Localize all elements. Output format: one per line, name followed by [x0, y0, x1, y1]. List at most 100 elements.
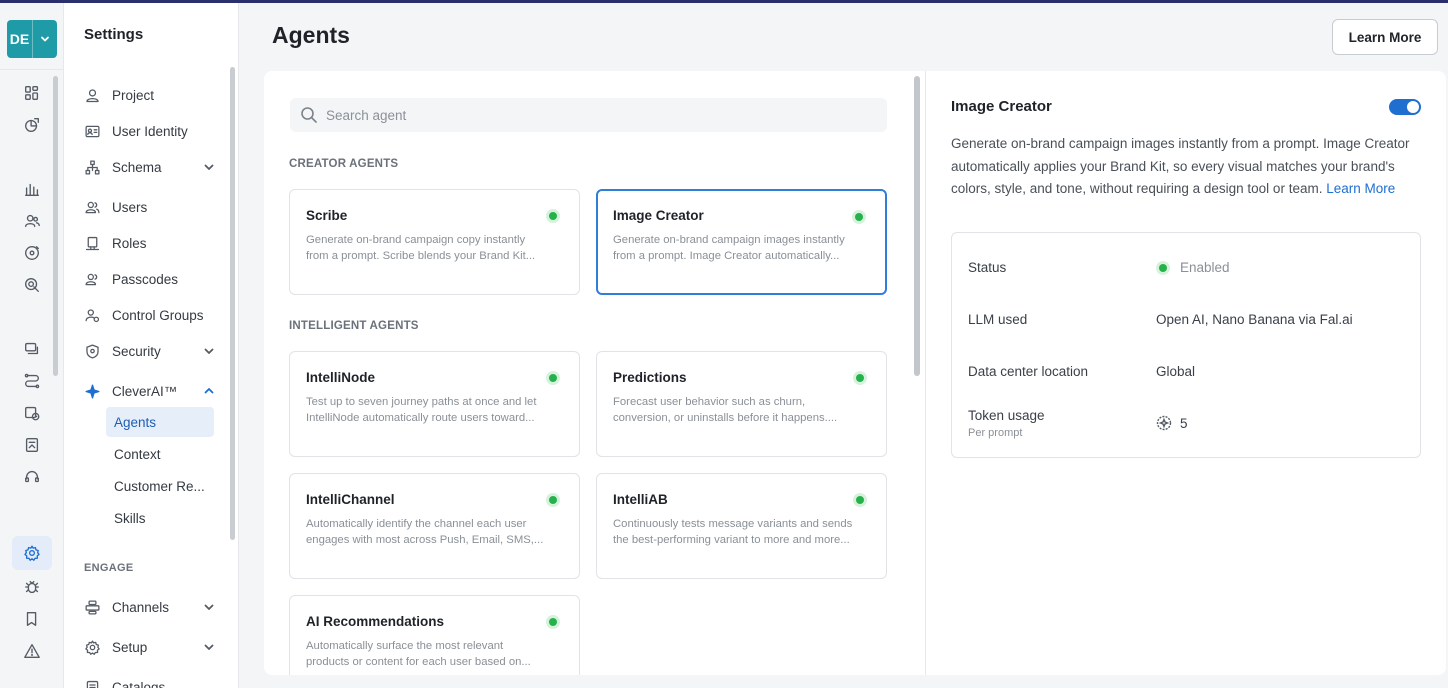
nav-item-label: Project — [112, 87, 155, 103]
agent-card-intelliab[interactable]: IntelliAB Continuously tests message var… — [596, 473, 887, 579]
nav-item-setup[interactable]: Setup — [82, 634, 216, 660]
nav-item-channels[interactable]: Channels — [82, 594, 216, 620]
agent-card-predictions[interactable]: Predictions Forecast user behavior such … — [596, 351, 887, 457]
sparkle-icon — [82, 381, 102, 401]
nav-scrollbar[interactable] — [230, 67, 235, 540]
nav-item-cleverai[interactable]: CleverAI™ — [82, 378, 216, 404]
nav-item-label: Roles — [112, 235, 147, 251]
nav-item-passcodes[interactable]: Passcodes — [82, 266, 216, 292]
messages-icon[interactable] — [22, 339, 42, 359]
detail-description: Generate on-brand campaign images instan… — [951, 136, 1410, 196]
token-usage-label: Token usage — [968, 408, 1045, 423]
nav-item-label: Security — [112, 343, 161, 359]
chevron-up-icon — [202, 384, 216, 398]
detail-learn-more-link[interactable]: Learn More — [1326, 181, 1395, 196]
journeys-icon[interactable] — [22, 371, 42, 391]
segments-icon[interactable] — [22, 211, 42, 231]
bug-icon[interactable] — [22, 577, 42, 597]
catalog-icon — [82, 677, 102, 688]
nav-item-label: Catalogs — [112, 679, 166, 688]
status-dot — [546, 371, 560, 385]
agent-card-title: Predictions — [613, 370, 687, 385]
agent-card-ai-recommendations[interactable]: AI Recommendations Automatically surface… — [289, 595, 580, 675]
status-dot — [546, 209, 560, 223]
detail-info-card: Status Enabled LLM used Open AI, Nano Ba… — [951, 232, 1421, 458]
agent-card-scribe[interactable]: Scribe Generate on-brand campaign copy i… — [289, 189, 580, 295]
engagement-icon[interactable] — [22, 243, 42, 263]
search-bar[interactable] — [290, 98, 887, 132]
campaign-icon[interactable] — [22, 435, 42, 455]
analytics-icon[interactable] — [22, 115, 42, 135]
nav-item-users[interactable]: Users — [82, 194, 216, 220]
nav-sub-customer-research[interactable]: Customer Re... — [106, 471, 214, 501]
bar-chart-icon[interactable] — [22, 179, 42, 199]
project-switcher[interactable]: DE — [7, 20, 57, 58]
nav-sub-skills[interactable]: Skills — [106, 503, 214, 533]
nav-item-label: CleverAI™ — [112, 383, 178, 399]
nav-sub-context[interactable]: Context — [106, 439, 214, 469]
agent-card-description: Test up to seven journey paths at once a… — [306, 396, 537, 424]
search-icon — [300, 106, 318, 124]
agent-card-title: Image Creator — [613, 208, 704, 223]
chevron-down-icon — [202, 600, 216, 614]
llm-label: LLM used — [968, 312, 1028, 327]
agents-panel: CREATOR AGENTS Scribe Generate on-brand … — [264, 71, 1446, 675]
token-usage-value: 5 — [1156, 415, 1188, 431]
passcodes-icon — [82, 269, 102, 289]
user-icon — [82, 85, 102, 105]
agent-enable-toggle[interactable] — [1389, 99, 1421, 115]
agent-card-description: Forecast user behavior such as churn, con… — [613, 396, 838, 424]
nav-title: Settings — [84, 26, 144, 43]
rail-divider — [0, 69, 64, 70]
chevron-down-icon — [202, 160, 216, 174]
icon-rail: DE — [0, 3, 64, 688]
target-icon[interactable] — [22, 275, 42, 295]
nav-item-security[interactable]: Security — [82, 338, 216, 364]
nav-item-label: Users — [112, 199, 148, 215]
nav-sub-agents[interactable]: Agents — [106, 407, 214, 437]
agent-card-intellichannel[interactable]: IntelliChannel Automatically identify th… — [289, 473, 580, 579]
agent-card-title: Scribe — [306, 208, 348, 223]
rail-scrollbar[interactable] — [53, 76, 58, 376]
status-dot — [853, 493, 867, 507]
status-label: Status — [968, 260, 1007, 275]
agent-card-description: Automatically identify the channel each … — [306, 518, 544, 546]
search-input[interactable] — [326, 107, 866, 123]
learn-more-button[interactable]: Learn More — [1332, 19, 1438, 55]
nav-item-label: Setup — [112, 639, 148, 655]
status-value: Enabled — [1156, 260, 1230, 275]
support-icon[interactable] — [22, 467, 42, 487]
section-intelligent-agents: INTELLIGENT AGENTS — [289, 320, 419, 332]
data-center-value: Global — [1156, 364, 1196, 379]
agent-card-image-creator[interactable]: Image Creator Generate on-brand campaign… — [596, 189, 887, 295]
agent-card-description: Automatically surface the most relevant p… — [306, 640, 531, 668]
docs-icon[interactable] — [22, 609, 42, 629]
nav-item-roles[interactable]: Roles — [82, 230, 216, 256]
dashboard-icon[interactable] — [22, 83, 42, 103]
agent-list-scrollbar[interactable] — [914, 76, 920, 376]
chevron-down-icon — [32, 20, 57, 58]
settings-gear-icon[interactable] — [12, 536, 52, 570]
schedule-icon[interactable] — [22, 403, 42, 423]
status-dot — [546, 493, 560, 507]
nav-item-user-identity[interactable]: User Identity — [82, 118, 216, 144]
detail-title: Image Creator — [951, 98, 1052, 115]
status-dot — [1156, 260, 1170, 275]
nav-item-schema[interactable]: Schema — [82, 154, 216, 180]
status-dot — [852, 210, 866, 224]
nav-item-label: User Identity — [112, 123, 188, 139]
agent-card-title: IntelliNode — [306, 370, 376, 385]
nav-item-label: Control Groups — [112, 307, 204, 323]
id-card-icon — [82, 121, 102, 141]
agent-card-title: IntelliAB — [613, 492, 668, 507]
agent-card-title: IntelliChannel — [306, 492, 395, 507]
nav-item-catalogs[interactable]: Catalogs — [82, 674, 216, 688]
data-center-label: Data center location — [968, 364, 1089, 379]
settings-nav: Settings Project User Identity Schema Us… — [64, 3, 239, 688]
control-groups-icon — [82, 305, 102, 325]
nav-item-control-groups[interactable]: Control Groups — [82, 302, 216, 328]
roles-icon — [82, 233, 102, 253]
agent-card-intellinode[interactable]: IntelliNode Test up to seven journey pat… — [289, 351, 580, 457]
alert-icon[interactable] — [22, 641, 42, 661]
nav-item-project[interactable]: Project — [82, 82, 216, 108]
